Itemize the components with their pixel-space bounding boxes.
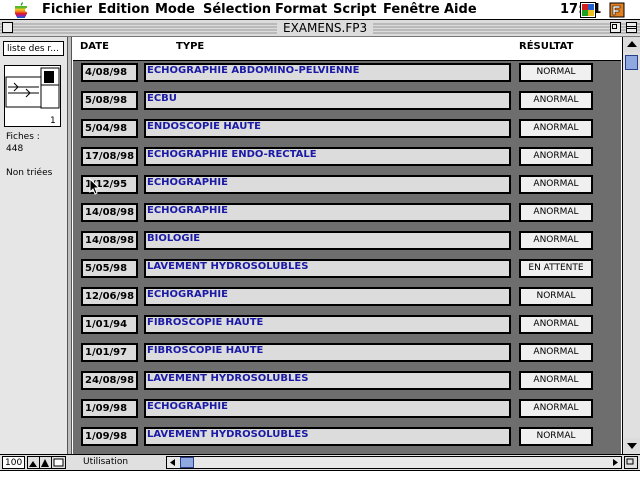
filemaker-app-icon[interactable] — [609, 2, 625, 18]
result-field[interactable]: ANORMAL — [519, 231, 593, 250]
result-field[interactable]: ANORMAL — [519, 91, 593, 110]
zoom-box-icon[interactable] — [610, 22, 621, 33]
status-area-resize-border[interactable] — [68, 37, 72, 454]
result-field[interactable]: NORMAL — [519, 63, 593, 82]
scroll-left-arrow-icon[interactable] — [167, 457, 179, 468]
type-field[interactable]: ECHOGRAPHIE ABDOMINO-PELVIENNE — [144, 63, 511, 82]
column-date-header: DATE — [80, 41, 109, 52]
vertical-scroll-thumb[interactable] — [625, 55, 638, 70]
menu-bar: Fichier Edition Mode Sélection Format Sc… — [0, 0, 640, 20]
record-row[interactable]: 1/01/97 FIBROSCOPIE HAUTE ANORMAL — [73, 341, 621, 369]
date-field[interactable]: 12/06/98 — [81, 287, 138, 306]
horizontal-scroll-thumb[interactable] — [180, 457, 194, 468]
type-field[interactable]: ENDOSCOPIE HAUTE — [144, 119, 511, 138]
close-box-icon[interactable] — [2, 22, 13, 33]
record-row[interactable]: 4/08/98 ECHOGRAPHIE ABDOMINO-PELVIENNE N… — [73, 61, 621, 89]
menu-format[interactable]: Format — [275, 2, 327, 17]
record-row[interactable]: 1/09/98 LAVEMENT HYDROSOLUBLES NORMAL — [73, 425, 621, 453]
result-field[interactable]: ANORMAL — [519, 315, 593, 334]
list-header: DATE TYPE RÉSULTAT — [73, 37, 621, 60]
date-field[interactable]: 14/08/98 — [81, 203, 138, 222]
collapse-box-icon[interactable] — [626, 22, 637, 33]
scroll-down-arrow-icon[interactable] — [624, 438, 640, 453]
date-field[interactable]: 5/05/98 — [81, 259, 138, 278]
date-field[interactable]: 1/09/98 — [81, 427, 138, 446]
apple-menu-icon[interactable] — [13, 2, 29, 18]
type-field[interactable]: ECHOGRAPHIE — [144, 175, 511, 194]
records-label: Fiches : — [6, 132, 40, 142]
date-field[interactable]: 14/08/98 — [81, 231, 138, 250]
date-field[interactable]: 17/08/98 — [81, 147, 138, 166]
record-row[interactable]: 14/08/98 ECHOGRAPHIE ANORMAL — [73, 201, 621, 229]
menu-edition[interactable]: Edition — [98, 2, 150, 17]
window-title: EXAMENS.FP3 — [277, 21, 374, 35]
column-result-header: RÉSULTAT — [519, 41, 574, 52]
record-row[interactable]: 1/12/95 ECHOGRAPHIE ANORMAL — [73, 173, 621, 201]
record-row[interactable]: 1/09/98 ECHOGRAPHIE ANORMAL — [73, 397, 621, 425]
type-field[interactable]: BIOLOGIE — [144, 231, 511, 250]
result-field[interactable]: ANORMAL — [519, 399, 593, 418]
resize-grip-icon[interactable] — [624, 456, 638, 469]
date-field[interactable]: 1/01/94 — [81, 315, 138, 334]
window-bottom-bar: 100 Utilisation — [0, 454, 640, 470]
menu-fichier[interactable]: Fichier — [42, 2, 92, 17]
column-type-header: TYPE — [176, 41, 205, 52]
status-area: liste des r... 1 Fiches : 448 Non triées — [0, 37, 68, 454]
record-row[interactable]: 12/06/98 ECHOGRAPHIE NORMAL — [73, 285, 621, 313]
menu-script[interactable]: Script — [333, 2, 376, 17]
record-row[interactable]: 5/08/98 ECBU ANORMAL — [73, 89, 621, 117]
menu-fenetre[interactable]: Fenêtre — [383, 2, 440, 17]
type-field[interactable]: FIBROSCOPIE HAUTE — [144, 343, 511, 362]
help-icon[interactable] — [580, 2, 596, 18]
horizontal-scrollbar[interactable] — [166, 456, 622, 469]
result-field[interactable]: ANORMAL — [519, 119, 593, 138]
type-field[interactable]: LAVEMENT HYDROSOLUBLES — [144, 259, 511, 278]
type-field[interactable]: ECHOGRAPHIE — [144, 203, 511, 222]
date-field[interactable]: 1/09/98 — [81, 399, 138, 418]
record-row[interactable]: 24/08/98 LAVEMENT HYDROSOLUBLES ANORMAL — [73, 369, 621, 397]
record-row[interactable]: 17/08/98 ECHOGRAPHIE ENDO-RECTALE ANORMA… — [73, 145, 621, 173]
result-field[interactable]: ANORMAL — [519, 371, 593, 390]
type-field[interactable]: LAVEMENT HYDROSOLUBLES — [144, 371, 511, 390]
result-field[interactable]: NORMAL — [519, 287, 593, 306]
menu-selection[interactable]: Sélection — [203, 2, 271, 17]
record-row[interactable]: 5/05/98 LAVEMENT HYDROSOLUBLES EN ATTENT… — [73, 257, 621, 285]
vertical-scrollbar[interactable] — [622, 37, 640, 454]
window-title-bar[interactable]: EXAMENS.FP3 — [0, 20, 640, 37]
menu-aide[interactable]: Aide — [444, 2, 477, 17]
type-field[interactable]: ECHOGRAPHIE — [144, 287, 511, 306]
records-count: 448 — [6, 144, 24, 154]
scroll-right-arrow-icon[interactable] — [609, 457, 621, 468]
type-field[interactable]: ECBU — [144, 91, 511, 110]
date-field[interactable]: 4/08/98 — [81, 63, 138, 82]
date-field[interactable]: 5/08/98 — [81, 91, 138, 110]
record-row[interactable]: 5/04/98 ENDOSCOPIE HAUTE ANORMAL — [73, 117, 621, 145]
record-row[interactable]: 1/01/94 FIBROSCOPIE HAUTE ANORMAL — [73, 313, 621, 341]
result-field[interactable]: NORMAL — [519, 427, 593, 446]
type-field[interactable]: ECHOGRAPHIE — [144, 399, 511, 418]
type-field[interactable]: LAVEMENT HYDROSOLUBLES — [144, 427, 511, 446]
result-field[interactable]: ANORMAL — [519, 175, 593, 194]
scroll-up-arrow-icon[interactable] — [624, 37, 640, 52]
sort-status: Non triées — [6, 168, 53, 178]
date-field[interactable]: 5/04/98 — [81, 119, 138, 138]
result-field[interactable]: EN ATTENTE — [519, 259, 593, 278]
date-field[interactable]: 24/08/98 — [81, 371, 138, 390]
menu-mode[interactable]: Mode — [155, 2, 195, 17]
result-field[interactable]: ANORMAL — [519, 343, 593, 362]
type-field[interactable]: ECHOGRAPHIE ENDO-RECTALE — [144, 147, 511, 166]
date-field[interactable]: 1/01/97 — [81, 343, 138, 362]
records-list: 4/08/98 ECHOGRAPHIE ABDOMINO-PELVIENNE N… — [73, 61, 621, 454]
zoom-controls-icon[interactable] — [27, 456, 79, 469]
record-book-page: 1 — [50, 116, 56, 126]
mode-popup[interactable]: Utilisation — [80, 456, 164, 469]
mouse-pointer-icon — [89, 178, 101, 195]
result-field[interactable]: ANORMAL — [519, 203, 593, 222]
layout-popup[interactable]: liste des r... — [3, 41, 64, 56]
result-field[interactable]: ANORMAL — [519, 147, 593, 166]
type-field[interactable]: FIBROSCOPIE HAUTE — [144, 315, 511, 334]
zoom-level[interactable]: 100 — [2, 456, 25, 469]
desktop-strip — [0, 470, 640, 480]
record-row[interactable]: 14/08/98 BIOLOGIE ANORMAL — [73, 229, 621, 257]
